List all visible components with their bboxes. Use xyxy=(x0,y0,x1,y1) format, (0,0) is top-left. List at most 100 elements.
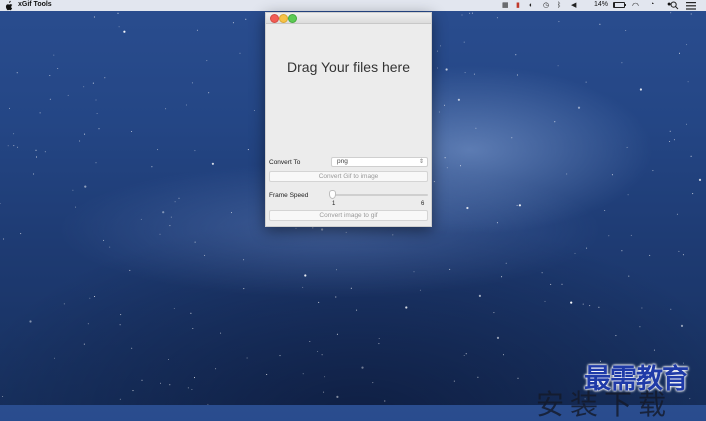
star xyxy=(463,355,465,356)
star xyxy=(162,211,165,214)
volume-icon[interactable]: ◀ xyxy=(571,1,576,10)
star xyxy=(405,306,408,309)
star xyxy=(689,398,691,400)
star xyxy=(165,108,167,110)
star xyxy=(653,349,655,351)
zoom-button[interactable] xyxy=(288,14,297,23)
star xyxy=(585,81,587,83)
star xyxy=(191,82,193,84)
star xyxy=(174,201,176,203)
star xyxy=(477,376,479,378)
star xyxy=(323,391,325,393)
star xyxy=(302,373,304,375)
star xyxy=(49,75,51,76)
close-button[interactable] xyxy=(270,14,279,23)
star xyxy=(652,170,654,172)
star xyxy=(231,212,232,214)
star xyxy=(44,151,46,153)
star xyxy=(190,312,192,314)
star xyxy=(615,335,617,337)
frame-speed-slider[interactable] xyxy=(331,194,428,196)
star xyxy=(0,203,1,204)
star xyxy=(324,376,326,378)
search-icon[interactable] xyxy=(670,1,679,10)
star xyxy=(669,130,671,132)
star xyxy=(295,227,297,229)
star xyxy=(372,382,374,384)
star xyxy=(676,213,678,215)
star xyxy=(673,139,675,141)
star xyxy=(457,98,460,101)
bluetooth-icon[interactable]: ᛒ xyxy=(557,1,561,10)
star xyxy=(478,294,481,297)
star xyxy=(336,395,339,398)
drop-zone-text[interactable]: Drag Your files here xyxy=(266,59,431,75)
sync-icon[interactable]: ◐ xyxy=(529,1,533,10)
star xyxy=(79,140,81,142)
status-app-icon[interactable]: ▦ xyxy=(502,1,509,10)
star xyxy=(496,336,500,339)
convert-gif-to-image-button[interactable]: Convert Gif to image xyxy=(269,171,428,182)
menu-list-icon[interactable] xyxy=(686,2,696,10)
star xyxy=(49,98,51,100)
format-select[interactable]: png ⇕ xyxy=(331,157,428,167)
star xyxy=(345,231,347,233)
star xyxy=(449,268,451,270)
star xyxy=(84,185,87,188)
star xyxy=(599,23,601,25)
star xyxy=(627,194,629,196)
star xyxy=(173,308,175,309)
star xyxy=(72,189,74,191)
minimize-button[interactable] xyxy=(279,14,288,23)
star xyxy=(604,210,606,211)
star xyxy=(67,94,69,96)
frame-speed-label: Frame Speed xyxy=(269,192,309,199)
apple-menu-icon[interactable] xyxy=(5,0,13,11)
star xyxy=(2,396,4,397)
star xyxy=(336,269,337,271)
star xyxy=(574,252,576,254)
xgif-tools-window: Drag Your files here Convert To png ⇕ Co… xyxy=(265,12,432,227)
star xyxy=(206,60,208,62)
star xyxy=(232,22,234,24)
window-titlebar[interactable] xyxy=(266,13,431,24)
star xyxy=(554,121,556,123)
star xyxy=(475,127,477,129)
star xyxy=(89,297,91,299)
star xyxy=(185,104,187,106)
star xyxy=(465,353,467,355)
battery-icon[interactable] xyxy=(613,2,626,8)
star xyxy=(245,18,247,20)
star xyxy=(170,216,172,218)
star xyxy=(356,309,358,311)
star xyxy=(625,30,627,31)
star xyxy=(566,173,568,175)
convert-to-label: Convert To xyxy=(269,159,301,166)
flag-icon[interactable]: ▮ xyxy=(516,1,520,10)
star xyxy=(687,81,689,83)
star xyxy=(698,178,702,181)
star xyxy=(16,72,18,74)
star xyxy=(444,104,445,106)
star xyxy=(690,13,692,15)
star xyxy=(518,204,522,207)
star xyxy=(469,12,471,14)
star xyxy=(96,113,98,114)
star xyxy=(690,155,692,157)
star xyxy=(140,218,142,220)
star xyxy=(312,227,314,229)
history-icon[interactable]: ◷ xyxy=(543,1,549,10)
star xyxy=(336,333,338,335)
star xyxy=(436,50,438,52)
wifi-icon[interactable]: ◠ xyxy=(632,1,639,10)
star xyxy=(630,234,632,236)
frame-speed-slider-knob[interactable] xyxy=(329,190,336,199)
clock-icon[interactable]: ◔ xyxy=(650,1,654,8)
app-menu-title[interactable]: xGif Tools xyxy=(18,1,52,8)
convert-image-to-gif-button[interactable]: Convert image to gif xyxy=(269,210,428,221)
star xyxy=(63,303,65,305)
star xyxy=(95,162,97,164)
star xyxy=(611,174,613,176)
star xyxy=(215,368,217,370)
star xyxy=(317,351,319,352)
